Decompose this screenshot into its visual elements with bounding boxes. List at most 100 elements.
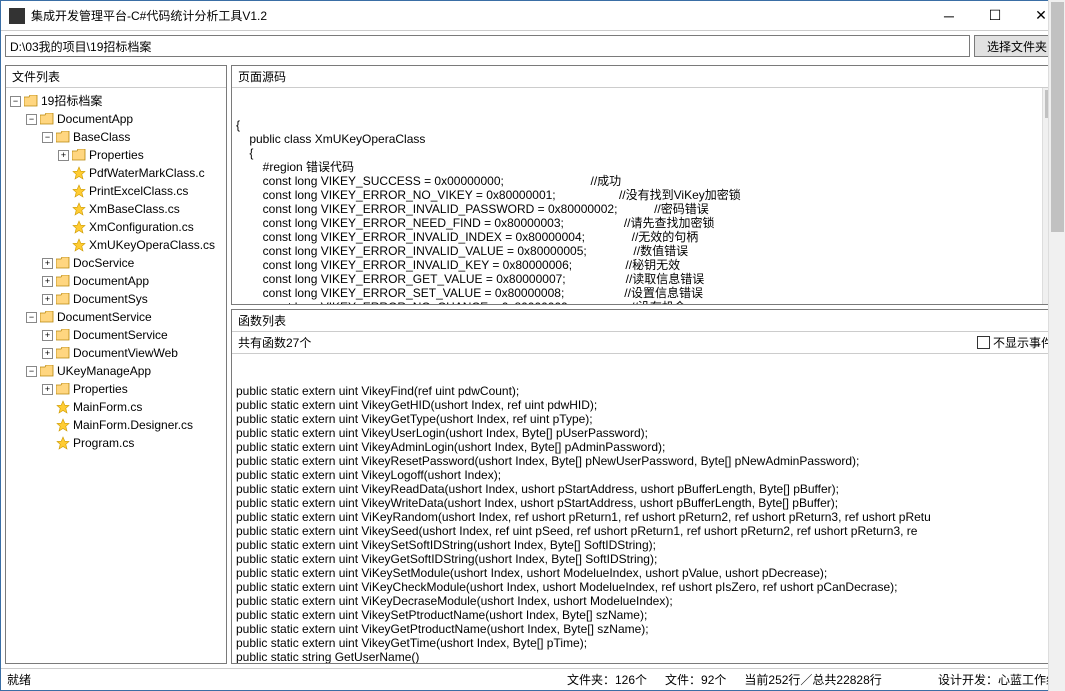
- tree-label: BaseClass: [73, 128, 130, 146]
- tree-node[interactable]: + DocumentApp: [10, 272, 222, 290]
- path-toolbar: 选择文件夹: [1, 31, 1064, 61]
- tree-label: 19招标档案: [41, 92, 102, 110]
- status-ready: 就绪: [7, 671, 567, 688]
- tree-node[interactable]: − DocumentApp: [10, 110, 222, 128]
- tree-toggle-icon[interactable]: +: [42, 276, 53, 287]
- maximize-button[interactable]: ☐: [972, 1, 1018, 31]
- folder-icon: [40, 113, 54, 125]
- function-list-header: 函数列表: [232, 310, 1059, 332]
- tree-label: PrintExcelClass.cs: [89, 182, 188, 200]
- tree-label: XmUKeyOperaClass.cs: [89, 236, 215, 254]
- tree-label: DocumentViewWeb: [73, 344, 178, 362]
- tree-label: Properties: [89, 146, 144, 164]
- code-content: { public class XmUKeyOperaClass { #regio…: [236, 118, 1055, 304]
- star-icon: [56, 400, 70, 414]
- folder-icon: [40, 365, 54, 377]
- tree-toggle-icon[interactable]: −: [26, 366, 37, 377]
- status-lines: 当前252行／总共22828行: [744, 671, 881, 688]
- tree-toggle-icon[interactable]: +: [42, 348, 53, 359]
- function-toolbar: 共有函数27个 不显示事件: [232, 332, 1059, 354]
- tree-toggle-icon[interactable]: +: [42, 294, 53, 305]
- func-scrollbar[interactable]: [1048, 354, 1059, 663]
- tree-node[interactable]: + Properties: [10, 380, 222, 398]
- titlebar: 集成开发管理平台-C#代码统计分析工具V1.2 ─ ☐ ✕: [1, 1, 1064, 31]
- folder-icon: [24, 95, 38, 107]
- path-input[interactable]: [5, 35, 970, 57]
- tree-label: DocumentApp: [73, 272, 149, 290]
- tree-label: DocumentService: [57, 308, 152, 326]
- file-list-pane: 文件列表 −19招标档案−DocumentApp−BaseClass+Prope…: [5, 65, 227, 664]
- tree-label: XmConfiguration.cs: [89, 218, 194, 236]
- star-icon: [56, 436, 70, 450]
- source-code-section: 页面源码 { public class XmUKeyOperaClass { #…: [231, 65, 1060, 305]
- tree-toggle-icon[interactable]: −: [42, 132, 53, 143]
- source-code-view[interactable]: { public class XmUKeyOperaClass { #regio…: [232, 88, 1059, 304]
- folder-icon: [56, 257, 70, 269]
- tree-node[interactable]: + DocumentService: [10, 326, 222, 344]
- tree-node[interactable]: MainForm.Designer.cs: [10, 416, 222, 434]
- tree-node[interactable]: − 19招标档案: [10, 92, 222, 110]
- tree-toggle-icon[interactable]: −: [26, 312, 37, 323]
- folder-icon: [56, 293, 70, 305]
- tree-label: Program.cs: [73, 434, 134, 452]
- tree-node[interactable]: − UKeyManageApp: [10, 362, 222, 380]
- star-icon: [72, 238, 86, 252]
- file-list-header: 文件列表: [6, 66, 226, 88]
- window-title: 集成开发管理平台-C#代码统计分析工具V1.2: [31, 7, 926, 24]
- tree-label: UKeyManageApp: [57, 362, 151, 380]
- tree-label: Properties: [73, 380, 128, 398]
- folder-icon: [56, 275, 70, 287]
- tree-node[interactable]: XmBaseClass.cs: [10, 200, 222, 218]
- main-area: 文件列表 −19招标档案−DocumentApp−BaseClass+Prope…: [1, 61, 1064, 668]
- tree-node[interactable]: − BaseClass: [10, 128, 222, 146]
- tree-node[interactable]: + DocService: [10, 254, 222, 272]
- star-icon: [56, 418, 70, 432]
- tree-node[interactable]: PrintExcelClass.cs: [10, 182, 222, 200]
- tree-label: MainForm.Designer.cs: [73, 416, 193, 434]
- tree-node[interactable]: Program.cs: [10, 434, 222, 452]
- tree-label: DocumentApp: [57, 110, 133, 128]
- status-credits: 设计开发：心蓝工作组: [938, 671, 1058, 688]
- tree-toggle-icon[interactable]: +: [42, 384, 53, 395]
- status-stats: 文件夹：126个 文件：92个 当前252行／总共22828行: [567, 671, 882, 688]
- folder-icon: [56, 329, 70, 341]
- statusbar: 就绪 文件夹：126个 文件：92个 当前252行／总共22828行 设计开发：…: [1, 668, 1064, 690]
- tree-node[interactable]: PdfWaterMarkClass.c: [10, 164, 222, 182]
- function-list-section: 函数列表 共有函数27个 不显示事件 public static extern …: [231, 309, 1060, 664]
- tree-label: DocumentService: [73, 326, 168, 344]
- tree-toggle-icon[interactable]: +: [42, 258, 53, 269]
- file-tree[interactable]: −19招标档案−DocumentApp−BaseClass+Properties…: [6, 88, 226, 663]
- right-pane: 页面源码 { public class XmUKeyOperaClass { #…: [231, 65, 1060, 664]
- tree-label: XmBaseClass.cs: [89, 200, 180, 218]
- star-icon: [72, 184, 86, 198]
- tree-toggle-icon[interactable]: −: [26, 114, 37, 125]
- tree-node[interactable]: + Properties: [10, 146, 222, 164]
- tree-toggle-icon[interactable]: +: [58, 150, 69, 161]
- minimize-button[interactable]: ─: [926, 1, 972, 31]
- star-icon: [72, 220, 86, 234]
- status-folders: 文件夹：126个: [567, 671, 647, 688]
- star-icon: [72, 202, 86, 216]
- tree-label: MainForm.cs: [73, 398, 142, 416]
- tree-node[interactable]: + DocumentViewWeb: [10, 344, 222, 362]
- app-icon: [9, 8, 25, 24]
- tree-toggle-icon[interactable]: +: [42, 330, 53, 341]
- tree-node[interactable]: +DocumentSys: [10, 290, 222, 308]
- function-content: public static extern uint VikeyFind(ref …: [236, 384, 1055, 663]
- folder-icon: [40, 311, 54, 323]
- tree-node[interactable]: XmUKeyOperaClass.cs: [10, 236, 222, 254]
- folder-icon: [72, 149, 86, 161]
- tree-label: PdfWaterMarkClass.c: [89, 164, 205, 182]
- window-controls: ─ ☐ ✕: [926, 1, 1064, 31]
- tree-node[interactable]: − DocumentService: [10, 308, 222, 326]
- function-list-view[interactable]: public static extern uint VikeyFind(ref …: [232, 354, 1059, 663]
- tree-node[interactable]: XmConfiguration.cs: [10, 218, 222, 236]
- hide-events-checkbox[interactable]: 不显示事件: [977, 334, 1053, 351]
- tree-toggle-icon[interactable]: −: [10, 96, 21, 107]
- checkbox-icon: [977, 336, 990, 349]
- tree-node[interactable]: MainForm.cs: [10, 398, 222, 416]
- function-count-label: 共有函数27个: [238, 334, 977, 351]
- folder-icon: [56, 131, 70, 143]
- folder-icon: [56, 383, 70, 395]
- tree-label: DocService: [73, 254, 134, 272]
